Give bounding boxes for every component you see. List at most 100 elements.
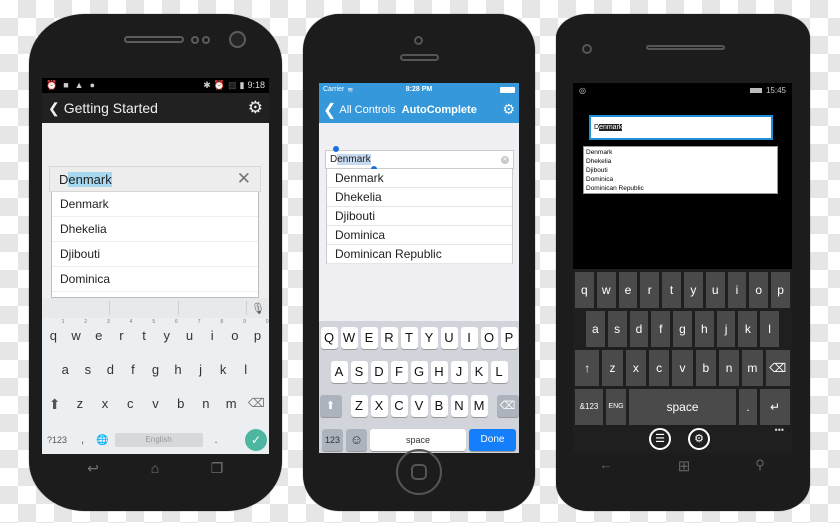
- list-item[interactable]: Djibouti: [327, 207, 512, 226]
- key-f[interactable]: f: [122, 362, 144, 377]
- key-q[interactable]: q: [575, 272, 594, 308]
- backspace-key[interactable]: ⌫: [245, 396, 267, 413]
- key-h[interactable]: h: [167, 362, 189, 377]
- period-key[interactable]: .: [215, 434, 218, 446]
- shift-key[interactable]: ⬆: [319, 395, 342, 417]
- key-j[interactable]: j: [190, 362, 212, 377]
- space-key[interactable]: space: [370, 429, 466, 451]
- shift-key[interactable]: ⬆: [44, 396, 66, 413]
- key-c[interactable]: c: [649, 350, 670, 386]
- list-item[interactable]: Djibouti: [52, 242, 258, 267]
- key-q[interactable]: Q: [320, 327, 338, 349]
- key-h[interactable]: H: [430, 361, 448, 383]
- autocomplete-input[interactable]: Denmark: [589, 115, 773, 140]
- key-y[interactable]: Y: [420, 327, 438, 349]
- key-p[interactable]: p: [771, 272, 790, 308]
- clear-icon[interactable]: ✕: [237, 169, 251, 189]
- key-w[interactable]: w: [596, 272, 616, 308]
- key-l[interactable]: L: [490, 361, 508, 383]
- key-c[interactable]: c: [119, 396, 141, 413]
- autocomplete-input[interactable]: Denmark ✕: [325, 150, 514, 169]
- key-g[interactable]: g: [673, 311, 692, 347]
- key-g[interactable]: G: [410, 361, 428, 383]
- gear-icon[interactable]: ⚙: [502, 101, 515, 118]
- list-item[interactable]: Dominican Republic: [327, 245, 512, 264]
- key-a[interactable]: a: [54, 362, 76, 377]
- key-k[interactable]: K: [470, 361, 488, 383]
- key-y[interactable]: 6y: [156, 319, 178, 343]
- search-icon[interactable]: ⚲: [750, 457, 770, 473]
- back-nav-icon[interactable]: ↩: [83, 460, 103, 477]
- key-t[interactable]: t: [662, 272, 681, 308]
- list-item[interactable]: Denmark: [327, 169, 512, 188]
- key-u[interactable]: u: [705, 272, 725, 308]
- key-g[interactable]: g: [144, 362, 166, 377]
- key-h[interactable]: h: [694, 311, 714, 347]
- enter-key[interactable]: ↵: [760, 389, 790, 425]
- key-i[interactable]: I: [460, 327, 478, 349]
- key-a[interactable]: a: [586, 311, 605, 347]
- key-m[interactable]: m: [220, 396, 242, 413]
- list-item[interactable]: Dominica: [52, 267, 258, 292]
- key-v[interactable]: V: [410, 395, 428, 417]
- numbers-key[interactable]: 123: [322, 429, 343, 451]
- period-key[interactable]: .: [739, 389, 757, 425]
- list-item[interactable]: Dhekelia: [586, 158, 775, 167]
- language-key[interactable]: ENG: [606, 389, 626, 425]
- back-nav-icon[interactable]: ←: [596, 457, 616, 472]
- list-item[interactable]: Denmark: [52, 192, 258, 217]
- home-nav-icon[interactable]: ⌂: [145, 460, 165, 476]
- back-icon[interactable]: ❮: [48, 100, 60, 117]
- backspace-key[interactable]: ⌫: [496, 395, 519, 417]
- key-e[interactable]: E: [360, 327, 378, 349]
- list-item[interactable]: Dhekelia: [327, 188, 512, 207]
- key-w[interactable]: 2w: [65, 319, 87, 343]
- suggestion-cell[interactable]: [179, 301, 247, 315]
- key-s[interactable]: S: [350, 361, 368, 383]
- shift-key[interactable]: ↑: [575, 350, 600, 386]
- key-t[interactable]: 5t: [133, 319, 155, 343]
- autocomplete-input[interactable]: Denmark ✕: [49, 166, 261, 192]
- key-j[interactable]: J: [450, 361, 468, 383]
- more-icon[interactable]: •••: [775, 425, 784, 435]
- key-a[interactable]: A: [330, 361, 348, 383]
- key-s[interactable]: s: [77, 362, 99, 377]
- key-o[interactable]: O: [480, 327, 498, 349]
- done-key[interactable]: ✓: [245, 429, 267, 451]
- back-chevron-icon[interactable]: ❮: [323, 100, 336, 120]
- comma-key[interactable]: ,: [81, 434, 84, 446]
- key-x[interactable]: X: [370, 395, 388, 417]
- key-f[interactable]: f: [651, 311, 671, 347]
- key-o[interactable]: o: [749, 272, 769, 308]
- microphone-icon[interactable]: 🎙: [247, 302, 269, 315]
- back-button[interactable]: All Controls: [339, 104, 395, 116]
- key-p[interactable]: 0p: [247, 319, 269, 343]
- gear-icon[interactable]: ⚙: [688, 428, 710, 450]
- list-item[interactable]: Djibouti: [586, 167, 775, 176]
- backspace-key[interactable]: ⌫: [765, 350, 790, 386]
- space-key[interactable]: English: [114, 433, 203, 447]
- key-y[interactable]: y: [683, 272, 703, 308]
- key-m[interactable]: m: [742, 350, 763, 386]
- key-t[interactable]: T: [400, 327, 418, 349]
- selection-handle-start[interactable]: [333, 146, 339, 152]
- key-v[interactable]: v: [672, 350, 693, 386]
- key-q[interactable]: 1q: [42, 319, 65, 343]
- key-u[interactable]: U: [440, 327, 458, 349]
- emoji-icon[interactable]: ☺: [346, 429, 367, 451]
- key-n[interactable]: N: [450, 395, 468, 417]
- clear-icon[interactable]: ✕: [501, 155, 509, 164]
- list-item[interactable]: Dominica: [327, 226, 512, 245]
- key-f[interactable]: F: [390, 361, 408, 383]
- key-s[interactable]: s: [607, 311, 627, 347]
- key-w[interactable]: W: [340, 327, 358, 349]
- space-key[interactable]: space: [629, 389, 736, 425]
- key-c[interactable]: C: [390, 395, 408, 417]
- key-i[interactable]: i: [727, 272, 747, 308]
- key-z[interactable]: z: [69, 396, 91, 413]
- key-r[interactable]: R: [380, 327, 398, 349]
- gear-icon[interactable]: ⚙: [248, 98, 263, 118]
- symbols-key[interactable]: &123: [575, 389, 603, 425]
- key-v[interactable]: v: [144, 396, 166, 413]
- suggestion-cell[interactable]: [42, 301, 111, 315]
